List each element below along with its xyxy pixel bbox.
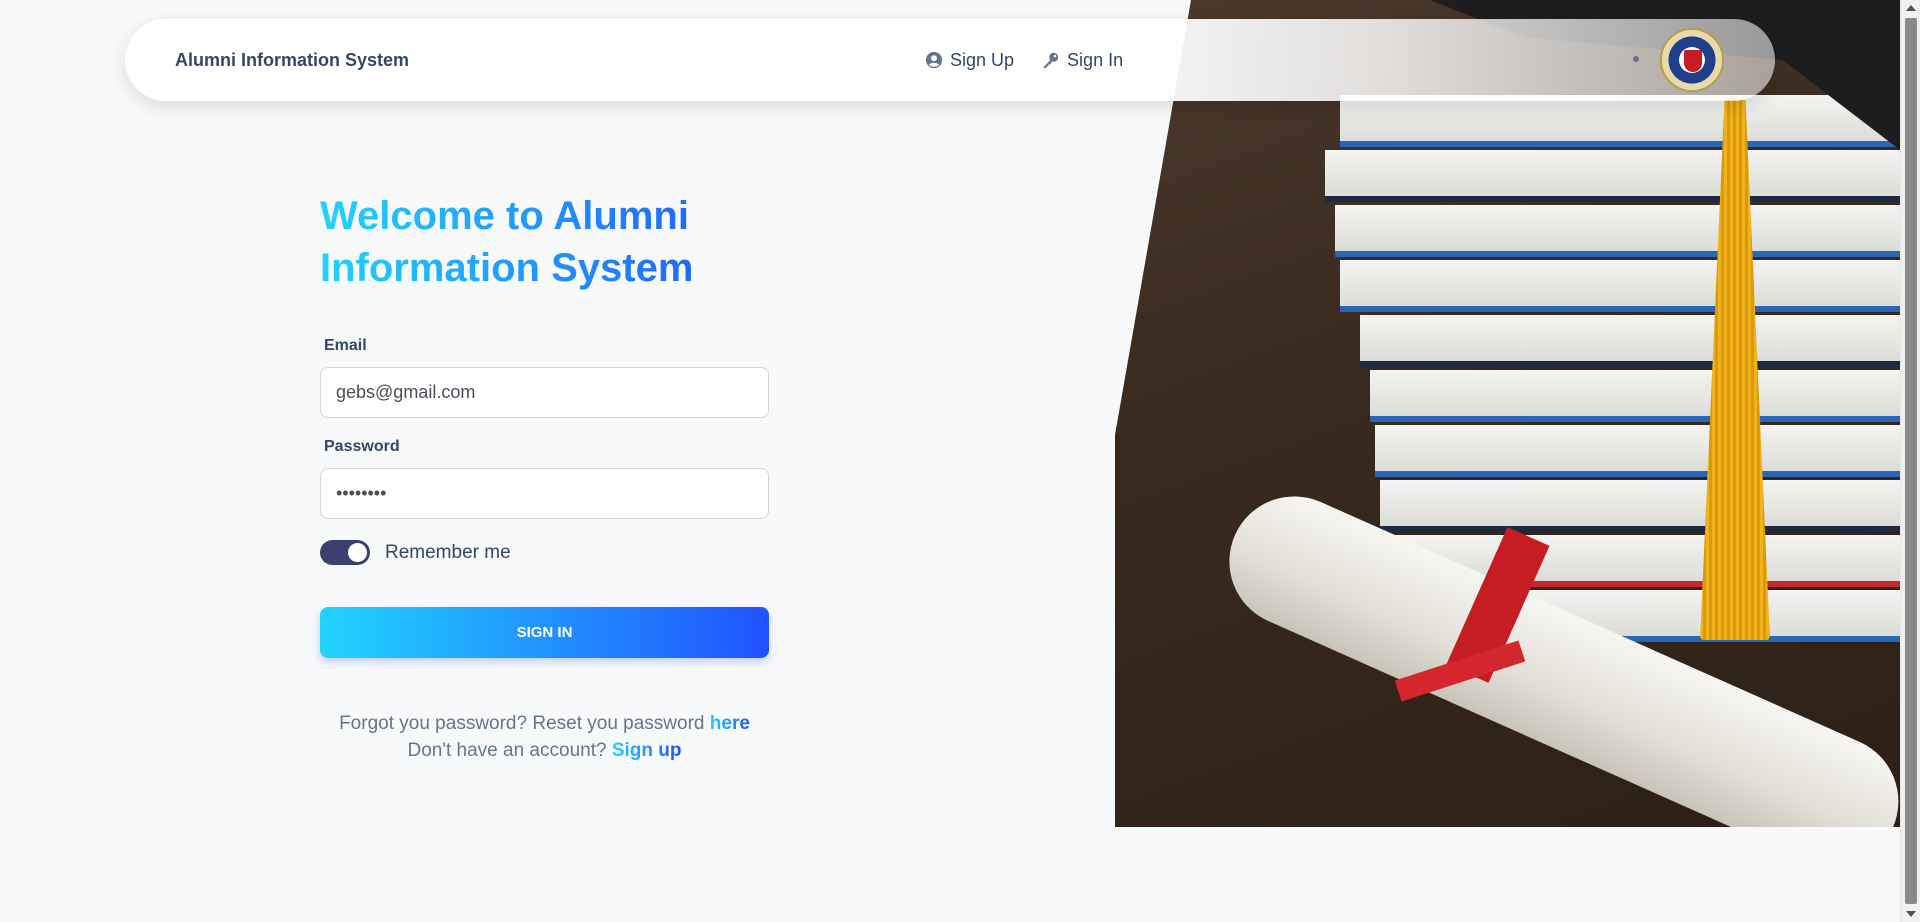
book bbox=[1370, 370, 1900, 422]
forgot-password-text: Forgot you password? Reset you password bbox=[339, 713, 710, 734]
book bbox=[1340, 260, 1900, 312]
book bbox=[1325, 150, 1900, 202]
brand-title[interactable]: Alumni Information System bbox=[175, 19, 409, 101]
reset-password-link[interactable]: here bbox=[710, 713, 750, 734]
nav-indicator-dot bbox=[1633, 56, 1639, 62]
scroll-down-arrow[interactable] bbox=[1906, 911, 1916, 917]
nav-sign-in-link[interactable]: Sign In bbox=[1042, 50, 1123, 71]
remember-me-toggle[interactable] bbox=[320, 540, 370, 565]
book bbox=[1380, 480, 1900, 532]
form-footer: Forgot you password? Reset you password … bbox=[320, 710, 769, 764]
email-label: Email bbox=[324, 337, 367, 354]
welcome-title: Welcome to Alumni Information System bbox=[320, 190, 769, 294]
forgot-password-line: Forgot you password? Reset you password … bbox=[320, 710, 769, 737]
nav-sign-up-link[interactable]: Sign Up bbox=[925, 50, 1014, 71]
hero-graduation-image bbox=[1115, 0, 1900, 827]
user-circle-icon bbox=[925, 51, 943, 69]
remember-me-row: Remember me bbox=[320, 540, 769, 565]
navbar: Alumni Information System Sign Up Sign I… bbox=[125, 19, 1775, 101]
welcome-title-line2: Information System bbox=[320, 246, 694, 290]
scroll-up-arrow[interactable] bbox=[1906, 5, 1916, 11]
password-input[interactable] bbox=[320, 468, 769, 519]
book bbox=[1340, 95, 1900, 147]
nav-sign-in-label: Sign In bbox=[1067, 49, 1124, 70]
book bbox=[1335, 205, 1900, 257]
sign-in-button[interactable]: SIGN IN bbox=[320, 607, 769, 658]
email-input[interactable] bbox=[320, 367, 769, 418]
book bbox=[1375, 425, 1900, 477]
signup-line: Don't have an account? Sign up bbox=[320, 737, 769, 764]
page-scrollbar[interactable] bbox=[1900, 0, 1920, 922]
welcome-title-line1: Welcome to Alumni bbox=[320, 194, 689, 238]
nav-links: Sign Up Sign In bbox=[925, 19, 1123, 101]
book bbox=[1360, 315, 1900, 367]
toggle-knob bbox=[348, 543, 367, 562]
key-icon bbox=[1043, 52, 1059, 69]
scrollbar-thumb[interactable] bbox=[1905, 18, 1917, 904]
nav-sign-up-label: Sign Up bbox=[950, 49, 1015, 70]
password-label: Password bbox=[324, 438, 400, 455]
remember-me-label[interactable]: Remember me bbox=[385, 542, 511, 564]
signup-text: Don't have an account? bbox=[407, 740, 612, 761]
login-form: Welcome to Alumni Information System Ema… bbox=[320, 190, 769, 764]
sign-up-link[interactable]: Sign up bbox=[612, 740, 682, 761]
university-seal-logo[interactable] bbox=[1660, 28, 1724, 92]
